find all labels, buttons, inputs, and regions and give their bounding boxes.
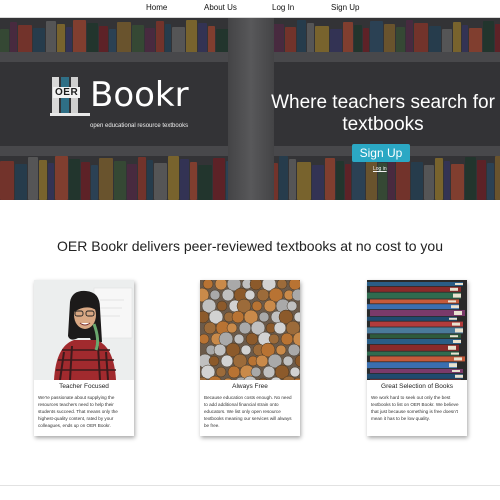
hero-banner: OER Bookr open educational resource text… <box>0 18 500 200</box>
stacked-book <box>370 299 459 304</box>
coin <box>231 310 245 324</box>
coin <box>251 300 263 312</box>
stacked-book <box>370 344 459 351</box>
stacked-book <box>370 310 465 316</box>
coin <box>249 280 263 291</box>
coin <box>227 365 241 379</box>
book-pages <box>451 305 459 309</box>
coin <box>240 344 252 356</box>
hero-title: Where teachers search for textbooks <box>271 92 495 135</box>
logo-book-icon: OER <box>50 75 90 117</box>
feature-card-free: Always Free Because education costs enou… <box>200 280 300 436</box>
stacked-book <box>367 351 459 356</box>
coin <box>258 311 270 323</box>
card-title: Teacher Focused <box>59 383 109 390</box>
card-title: Great Selection of Books <box>381 383 453 390</box>
stacked-book <box>367 316 457 321</box>
book-pages <box>450 335 458 338</box>
book-pages <box>452 370 460 372</box>
book-pages <box>449 317 457 320</box>
stacked-book <box>367 304 459 310</box>
coin <box>275 344 287 356</box>
top-navigation: Home About Us Log In Sign Up <box>0 0 500 18</box>
stacked-book <box>367 339 461 344</box>
book-pages <box>448 345 456 350</box>
book-pages <box>454 357 462 361</box>
stacked-book <box>370 286 461 292</box>
coin <box>221 288 235 302</box>
coin <box>200 333 210 345</box>
book-pages <box>448 300 456 303</box>
nav-signup-link[interactable]: Sign Up <box>331 3 359 12</box>
card-text: Because education costs enough. No need … <box>204 395 292 428</box>
footer-divider <box>0 485 500 486</box>
coin <box>233 333 245 345</box>
coin <box>215 366 227 378</box>
book-pages <box>454 311 462 315</box>
shelf-divider <box>228 18 274 200</box>
card-title: Always Free <box>232 383 268 390</box>
stacked-book <box>370 321 463 327</box>
book-pages <box>453 340 461 343</box>
signup-button[interactable]: Sign Up <box>352 144 410 162</box>
book-pages <box>455 328 463 333</box>
feature-card-selection: Great Selection of Books We work hard to… <box>367 280 467 436</box>
coin <box>220 354 234 368</box>
coin <box>250 366 262 378</box>
coin <box>280 332 294 346</box>
logo-tagline: open educational resource textbooks <box>90 123 189 129</box>
stacked-book <box>370 334 461 339</box>
coin <box>245 332 259 346</box>
feature-card-teacher: Teacher Focused We're passionate about s… <box>34 280 134 436</box>
book-stack-photo <box>367 280 467 380</box>
stacked-book <box>367 292 461 299</box>
login-link[interactable]: Log in <box>373 166 387 172</box>
coin <box>203 321 217 335</box>
stacked-book <box>367 362 457 369</box>
coin <box>286 300 298 312</box>
nav-about-link[interactable]: About Us <box>204 3 237 12</box>
coin <box>244 289 256 301</box>
stacked-book <box>367 373 463 379</box>
card-text: We work hard to seek out only the best t… <box>371 395 459 421</box>
book-pages <box>455 374 463 378</box>
book-pages <box>449 363 457 368</box>
coin <box>262 365 276 379</box>
book-pages <box>455 283 463 285</box>
coin <box>276 280 288 290</box>
book-pages <box>450 287 458 291</box>
coins-photo <box>200 280 300 380</box>
stacked-book <box>367 327 463 334</box>
coin <box>226 322 238 334</box>
section-title: OER Bookr delivers peer-reviewed textboo… <box>57 238 443 254</box>
logo-oer-text: OER <box>53 87 81 98</box>
coin <box>273 321 287 335</box>
coin <box>208 355 220 367</box>
coin <box>209 289 221 301</box>
coin <box>216 300 228 312</box>
stacked-book <box>370 369 463 373</box>
coin <box>256 288 270 302</box>
coin <box>255 354 269 368</box>
coin <box>238 321 252 335</box>
coin <box>214 280 228 291</box>
coin <box>289 366 300 378</box>
book-pages <box>452 322 460 326</box>
coin <box>202 280 214 290</box>
card-text: We're passionate about supplying the res… <box>38 395 118 428</box>
teacher-photo <box>34 280 134 380</box>
nav-home-link[interactable]: Home <box>146 3 167 12</box>
book-pages <box>451 352 459 355</box>
coin <box>287 343 300 357</box>
coin <box>213 343 227 357</box>
coin <box>282 355 294 367</box>
stacked-book <box>370 356 465 362</box>
coin <box>268 333 280 345</box>
oer-bookr-logo[interactable]: OER Bookr <box>48 75 198 117</box>
stacked-book <box>367 282 463 286</box>
book-pages <box>453 293 461 298</box>
nav-login-link[interactable]: Log In <box>272 3 294 12</box>
coin <box>263 299 277 313</box>
logo-wordmark: Bookr <box>90 75 189 115</box>
